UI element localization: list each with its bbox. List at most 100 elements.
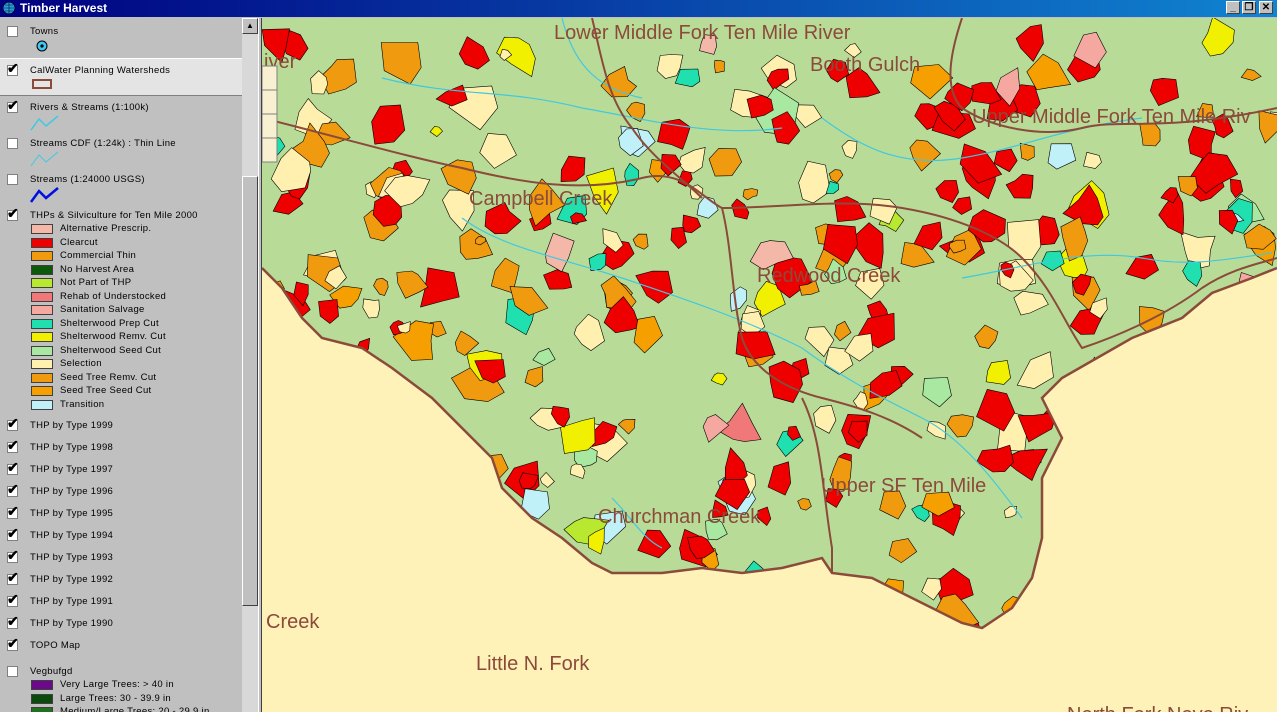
layer-label: THP by Type 1996: [30, 486, 114, 497]
minimize-button[interactable]: _: [1226, 1, 1240, 14]
layer-thp-year[interactable]: ✔ THP by Type 1990: [0, 614, 242, 634]
layer-label: THP by Type 1999: [30, 420, 114, 431]
layer-towns[interactable]: Towns: [0, 24, 242, 56]
legend-swatch: [31, 332, 53, 342]
layer-thp-year[interactable]: ✔ THP by Type 1991: [0, 592, 242, 612]
year-checkbox[interactable]: ✔: [7, 460, 19, 475]
legend-class-label: No Harvest Area: [60, 263, 135, 275]
layer-thp-year[interactable]: ✔ THP by Type 1994: [0, 526, 242, 546]
calwater-checkbox[interactable]: ✔: [7, 61, 19, 76]
layer-thp-year[interactable]: ✔ THP by Type 1996: [0, 482, 242, 502]
map-label-creek: Creek: [266, 611, 320, 633]
vegbufgd-checkbox[interactable]: [7, 666, 18, 677]
layer-label: THP by Type 1990: [30, 618, 114, 629]
layer-label: Vegbufgd: [30, 666, 73, 677]
thps-checkbox[interactable]: ✔: [7, 206, 19, 221]
legend-swatch: [31, 237, 53, 248]
app-globe-icon: [2, 1, 16, 15]
legend-swatch: [31, 291, 53, 302]
layer-thp-year[interactable]: ✔ THP by Type 1993: [0, 548, 242, 568]
layer-label: Rivers & Streams (1:100k): [30, 102, 149, 113]
legend-class-label: Alternative Prescrip.: [60, 223, 152, 234]
legend-class-label: Seed Tree Seed Cut: [60, 385, 152, 396]
map-label-booth-gulch: Booth Gulch: [810, 54, 920, 76]
layer-topo[interactable]: ✔ TOPO Map: [0, 636, 242, 656]
year-checkbox[interactable]: ✔: [7, 482, 19, 497]
topo-checkbox[interactable]: ✔: [7, 636, 19, 651]
legend-class-label: Sanitation Salvage: [60, 304, 145, 315]
legend-class-label: Transition: [60, 398, 105, 410]
legend-swatch: [31, 386, 53, 396]
legend-class-label: Clearcut: [60, 236, 98, 248]
layer-label: THP by Type 1995: [30, 508, 114, 519]
watershed-polygon-icon: [32, 79, 52, 89]
layer-thp-year[interactable]: ✔ THP by Type 1998: [0, 438, 242, 458]
legend-swatch: [31, 693, 53, 704]
map-label-lower-middle-fork: Lower Middle Fork Ten Mile River: [554, 22, 851, 44]
layer-rivers[interactable]: ✔ Rivers & Streams (1:100k): [0, 98, 242, 134]
legend-panel: Towns ✔ CalWater Planning Watersheds ✔ R…: [0, 18, 242, 712]
title-bar: Timber Harvest _ ❐ ✕: [0, 0, 1277, 17]
legend-swatch: [31, 707, 53, 712]
restore-button[interactable]: ❐: [1242, 1, 1256, 14]
stream-line-icon: [30, 151, 59, 167]
streams-cdf-checkbox[interactable]: [7, 138, 18, 149]
scroll-thumb[interactable]: [242, 176, 258, 606]
year-checkbox[interactable]: ✔: [7, 438, 19, 453]
legend-class-label: Large Trees: 30 - 39.9 in: [60, 692, 172, 704]
year-checkbox[interactable]: ✔: [7, 504, 19, 519]
layer-thps[interactable]: ✔ THPs & Silviculture for Ten Mile 2000 …: [0, 206, 242, 413]
legend-class-label: Shelterwood Remv. Cut: [60, 331, 166, 342]
towns-checkbox[interactable]: [7, 26, 18, 37]
layer-thp-year[interactable]: ✔ THP by Type 1997: [0, 460, 242, 480]
map-label-upper-sf-ten-mile: Upper SF Ten Mile: [821, 475, 986, 497]
legend-class-label: Selection: [60, 358, 102, 369]
legend-class-label: Shelterwood Seed Cut: [60, 344, 162, 356]
rivers-checkbox[interactable]: ✔: [7, 98, 19, 113]
year-checkbox[interactable]: ✔: [7, 614, 19, 629]
streams-usgs-checkbox[interactable]: [7, 174, 18, 185]
layer-label: THP by Type 1994: [30, 530, 114, 541]
stream-line-icon: [30, 115, 59, 131]
year-checkbox[interactable]: ✔: [7, 526, 19, 541]
layer-label: TOPO Map: [30, 640, 81, 651]
legend-swatch: [31, 251, 53, 261]
layer-thp-year[interactable]: ✔ THP by Type 1999: [0, 416, 242, 436]
layer-thp-year[interactable]: ✔ THP by Type 1992: [0, 570, 242, 590]
legend-swatch: [31, 305, 53, 315]
layer-vegbufgd[interactable]: Vegbufgd Very Large Trees: > 40 in Large …: [0, 664, 242, 712]
year-checkbox[interactable]: ✔: [7, 548, 19, 563]
legend-swatch: [31, 399, 53, 410]
layer-calwater[interactable]: ✔ CalWater Planning Watersheds: [0, 58, 242, 96]
legend-class-label: Not Part of THP: [60, 277, 132, 288]
layer-label: Streams (1:24000 USGS): [30, 174, 145, 185]
window-title: Timber Harvest: [20, 1, 108, 15]
map-view[interactable]: Lower Middle Fork Ten Mile River Booth G…: [262, 18, 1277, 712]
layer-label: CalWater Planning Watersheds: [30, 65, 171, 76]
year-checkbox[interactable]: ✔: [7, 416, 19, 431]
map-toolbar-stub[interactable]: [262, 65, 278, 163]
map-label-churchman-creek: Churchman Creek: [598, 506, 761, 528]
year-checkbox[interactable]: ✔: [7, 570, 19, 585]
stream-line-icon: [30, 187, 59, 203]
layer-label: THP by Type 1991: [30, 596, 114, 607]
legend-swatch: [31, 345, 53, 356]
legend-swatch: [31, 680, 53, 690]
scroll-up-arrow[interactable]: ▲: [242, 18, 258, 34]
legend-scrollbar[interactable]: ▲: [242, 18, 258, 712]
layer-label: THP by Type 1997: [30, 464, 114, 475]
legend-swatch: [31, 264, 53, 275]
layer-streams-usgs[interactable]: Streams (1:24000 USGS): [0, 172, 242, 206]
legend-swatch: [31, 224, 53, 234]
legend-class-label: Seed Tree Remv. Cut: [60, 371, 157, 383]
layer-label: Streams CDF (1:24k) : Thin Line: [30, 138, 176, 149]
layer-label: Towns: [30, 26, 59, 37]
close-button[interactable]: ✕: [1259, 1, 1273, 14]
year-checkbox[interactable]: ✔: [7, 592, 19, 607]
legend-class-label: Rehab of Understocked: [60, 290, 167, 302]
legend-swatch: [31, 359, 53, 369]
layer-label: THPs & Silviculture for Ten Mile 2000: [30, 210, 198, 221]
layer-thp-year[interactable]: ✔ THP by Type 1995: [0, 504, 242, 524]
legend-swatch: [31, 318, 53, 329]
layer-streams-cdf[interactable]: Streams CDF (1:24k) : Thin Line: [0, 136, 242, 170]
